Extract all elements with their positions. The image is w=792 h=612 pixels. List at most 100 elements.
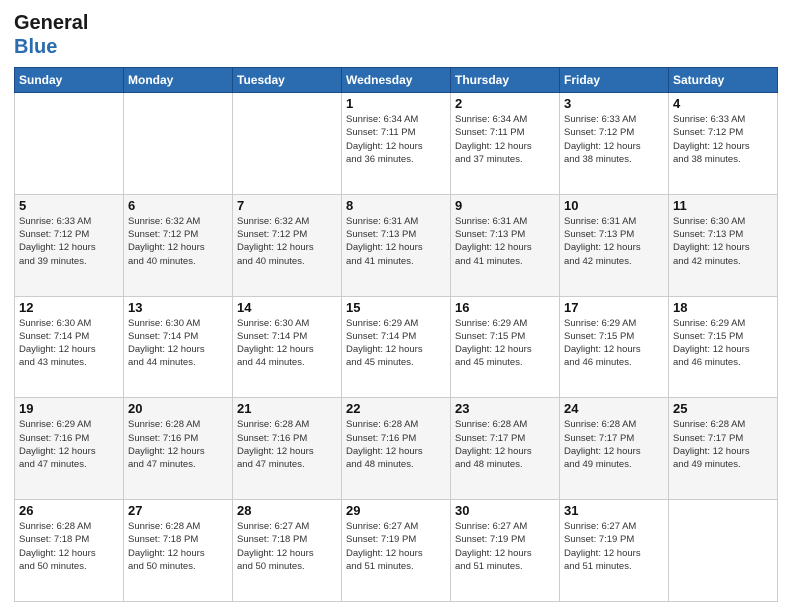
day-info: Sunrise: 6:30 AM Sunset: 7:14 PM Dayligh… bbox=[237, 317, 337, 370]
logo-blue: Blue bbox=[14, 36, 57, 59]
calendar-cell: 12Sunrise: 6:30 AM Sunset: 7:14 PM Dayli… bbox=[15, 296, 124, 398]
day-number: 17 bbox=[564, 300, 664, 315]
day-info: Sunrise: 6:27 AM Sunset: 7:19 PM Dayligh… bbox=[455, 520, 555, 573]
day-info: Sunrise: 6:28 AM Sunset: 7:17 PM Dayligh… bbox=[673, 418, 773, 471]
calendar-cell bbox=[233, 93, 342, 195]
day-number: 10 bbox=[564, 198, 664, 213]
calendar-cell: 2 Sunrise: 6:34 AM Sunset: 7:11 PM Daylig… bbox=[451, 93, 560, 195]
day-info: Sunrise: 6:28 AM Sunset: 7:17 PM Dayligh… bbox=[455, 418, 555, 471]
day-info: Sunrise: 6:29 AM Sunset: 7:15 PM Dayligh… bbox=[455, 317, 555, 370]
day-number: 20 bbox=[128, 401, 228, 416]
day-info: Sunrise: 6:33 AM Sunset: 7:12 PM Dayligh… bbox=[19, 215, 119, 268]
day-number: 18 bbox=[673, 300, 773, 315]
calendar-cell bbox=[15, 93, 124, 195]
day-number: 8 bbox=[346, 198, 446, 213]
weekday-tuesday: Tuesday bbox=[233, 68, 342, 93]
calendar-cell: 15Sunrise: 6:29 AM Sunset: 7:14 PM Dayli… bbox=[342, 296, 451, 398]
day-number: 7 bbox=[237, 198, 337, 213]
calendar-week-3: 12 Sunrise: 6:30 AM Sunset: 7:14 PM Dayli… bbox=[15, 296, 778, 398]
calendar-cell: 29 Sunrise: 6:27 AM Sunset: 7:19 PM Dayli… bbox=[342, 500, 451, 602]
day-number: 4 bbox=[673, 96, 773, 111]
day-number: 11 bbox=[673, 198, 773, 213]
logo-general: General bbox=[14, 12, 88, 35]
day-number: 26 bbox=[19, 503, 119, 518]
day-number: 15 bbox=[346, 300, 446, 315]
calendar-week-2: 5 Sunrise: 6:33 AM Sunset: 7:12 PM Daylig… bbox=[15, 194, 778, 296]
weekday-monday: Monday bbox=[124, 68, 233, 93]
calendar-cell: 21 Sunrise: 6:28 AM Sunset: 7:16 PM Dayli… bbox=[233, 398, 342, 500]
header: General Blue bbox=[14, 10, 778, 59]
day-number: 6 bbox=[128, 198, 228, 213]
day-number: 27 bbox=[128, 503, 228, 518]
calendar-cell: 13 Sunrise: 6:30 AM Sunset: 7:14 PM Dayli… bbox=[124, 296, 233, 398]
calendar-cell: 23 Sunrise: 6:28 AM Sunset: 7:17 PM Dayli… bbox=[451, 398, 560, 500]
weekday-friday: Friday bbox=[560, 68, 669, 93]
calendar-cell: 26 Sunrise: 6:28 AM Sunset: 7:18 PM Dayli… bbox=[15, 500, 124, 602]
day-number: 12 bbox=[19, 300, 119, 315]
logo: General Blue bbox=[14, 10, 116, 59]
calendar-cell: 1Sunrise: 6:34 AM Sunset: 7:11 PM Daylig… bbox=[342, 93, 451, 195]
calendar-body: 1Sunrise: 6:34 AM Sunset: 7:11 PM Daylig… bbox=[15, 93, 778, 602]
calendar-cell: 22 Sunrise: 6:28 AM Sunset: 7:16 PM Dayli… bbox=[342, 398, 451, 500]
calendar-cell: 10 Sunrise: 6:31 AM Sunset: 7:13 PM Dayli… bbox=[560, 194, 669, 296]
day-number: 16 bbox=[455, 300, 555, 315]
day-info: Sunrise: 6:28 AM Sunset: 7:18 PM Dayligh… bbox=[19, 520, 119, 573]
day-info: Sunrise: 6:30 AM Sunset: 7:13 PM Dayligh… bbox=[673, 215, 773, 268]
calendar-cell: 6 Sunrise: 6:32 AM Sunset: 7:12 PM Daylig… bbox=[124, 194, 233, 296]
calendar-week-5: 26 Sunrise: 6:28 AM Sunset: 7:18 PM Dayli… bbox=[15, 500, 778, 602]
calendar-week-4: 19Sunrise: 6:29 AM Sunset: 7:16 PM Dayli… bbox=[15, 398, 778, 500]
day-info: Sunrise: 6:28 AM Sunset: 7:16 PM Dayligh… bbox=[128, 418, 228, 471]
calendar-cell: 18 Sunrise: 6:29 AM Sunset: 7:15 PM Dayli… bbox=[669, 296, 778, 398]
day-number: 25 bbox=[673, 401, 773, 416]
day-number: 5 bbox=[19, 198, 119, 213]
calendar-cell: 3 Sunrise: 6:33 AM Sunset: 7:12 PM Daylig… bbox=[560, 93, 669, 195]
weekday-sunday: Sunday bbox=[15, 68, 124, 93]
calendar-cell: 11 Sunrise: 6:30 AM Sunset: 7:13 PM Dayli… bbox=[669, 194, 778, 296]
day-number: 23 bbox=[455, 401, 555, 416]
calendar-cell: 16 Sunrise: 6:29 AM Sunset: 7:15 PM Dayli… bbox=[451, 296, 560, 398]
calendar-cell: 31Sunrise: 6:27 AM Sunset: 7:19 PM Dayli… bbox=[560, 500, 669, 602]
calendar-cell: 17 Sunrise: 6:29 AM Sunset: 7:15 PM Dayli… bbox=[560, 296, 669, 398]
calendar-cell bbox=[669, 500, 778, 602]
day-info: Sunrise: 6:34 AM Sunset: 7:11 PM Dayligh… bbox=[346, 113, 446, 166]
calendar-cell: 9Sunrise: 6:31 AM Sunset: 7:13 PM Daylig… bbox=[451, 194, 560, 296]
day-number: 29 bbox=[346, 503, 446, 518]
calendar-cell: 24 Sunrise: 6:28 AM Sunset: 7:17 PM Dayli… bbox=[560, 398, 669, 500]
day-info: Sunrise: 6:28 AM Sunset: 7:16 PM Dayligh… bbox=[346, 418, 446, 471]
calendar-week-1: 1Sunrise: 6:34 AM Sunset: 7:11 PM Daylig… bbox=[15, 93, 778, 195]
day-info: Sunrise: 6:28 AM Sunset: 7:16 PM Dayligh… bbox=[237, 418, 337, 471]
day-number: 22 bbox=[346, 401, 446, 416]
day-info: Sunrise: 6:31 AM Sunset: 7:13 PM Dayligh… bbox=[564, 215, 664, 268]
weekday-header-row: SundayMondayTuesdayWednesdayThursdayFrid… bbox=[15, 68, 778, 93]
day-number: 2 bbox=[455, 96, 555, 111]
day-number: 30 bbox=[455, 503, 555, 518]
day-number: 24 bbox=[564, 401, 664, 416]
weekday-saturday: Saturday bbox=[669, 68, 778, 93]
day-info: Sunrise: 6:33 AM Sunset: 7:12 PM Dayligh… bbox=[564, 113, 664, 166]
day-info: Sunrise: 6:29 AM Sunset: 7:15 PM Dayligh… bbox=[564, 317, 664, 370]
calendar-cell: 25 Sunrise: 6:28 AM Sunset: 7:17 PM Dayli… bbox=[669, 398, 778, 500]
day-number: 21 bbox=[237, 401, 337, 416]
day-info: Sunrise: 6:27 AM Sunset: 7:19 PM Dayligh… bbox=[346, 520, 446, 573]
day-number: 3 bbox=[564, 96, 664, 111]
day-number: 9 bbox=[455, 198, 555, 213]
calendar-cell: 28 Sunrise: 6:27 AM Sunset: 7:18 PM Dayli… bbox=[233, 500, 342, 602]
calendar-cell: 4Sunrise: 6:33 AM Sunset: 7:12 PM Daylig… bbox=[669, 93, 778, 195]
day-number: 13 bbox=[128, 300, 228, 315]
weekday-thursday: Thursday bbox=[451, 68, 560, 93]
weekday-wednesday: Wednesday bbox=[342, 68, 451, 93]
calendar-cell: 19Sunrise: 6:29 AM Sunset: 7:16 PM Dayli… bbox=[15, 398, 124, 500]
day-info: Sunrise: 6:29 AM Sunset: 7:15 PM Dayligh… bbox=[673, 317, 773, 370]
day-info: Sunrise: 6:32 AM Sunset: 7:12 PM Dayligh… bbox=[128, 215, 228, 268]
day-number: 28 bbox=[237, 503, 337, 518]
day-info: Sunrise: 6:30 AM Sunset: 7:14 PM Dayligh… bbox=[128, 317, 228, 370]
day-info: Sunrise: 6:31 AM Sunset: 7:13 PM Dayligh… bbox=[346, 215, 446, 268]
day-number: 14 bbox=[237, 300, 337, 315]
calendar-cell: 30 Sunrise: 6:27 AM Sunset: 7:19 PM Dayli… bbox=[451, 500, 560, 602]
day-info: Sunrise: 6:27 AM Sunset: 7:18 PM Dayligh… bbox=[237, 520, 337, 573]
day-info: Sunrise: 6:34 AM Sunset: 7:11 PM Dayligh… bbox=[455, 113, 555, 166]
day-info: Sunrise: 6:29 AM Sunset: 7:16 PM Dayligh… bbox=[19, 418, 119, 471]
calendar-header: SundayMondayTuesdayWednesdayThursdayFrid… bbox=[15, 68, 778, 93]
day-info: Sunrise: 6:28 AM Sunset: 7:17 PM Dayligh… bbox=[564, 418, 664, 471]
calendar-cell: 14 Sunrise: 6:30 AM Sunset: 7:14 PM Dayli… bbox=[233, 296, 342, 398]
